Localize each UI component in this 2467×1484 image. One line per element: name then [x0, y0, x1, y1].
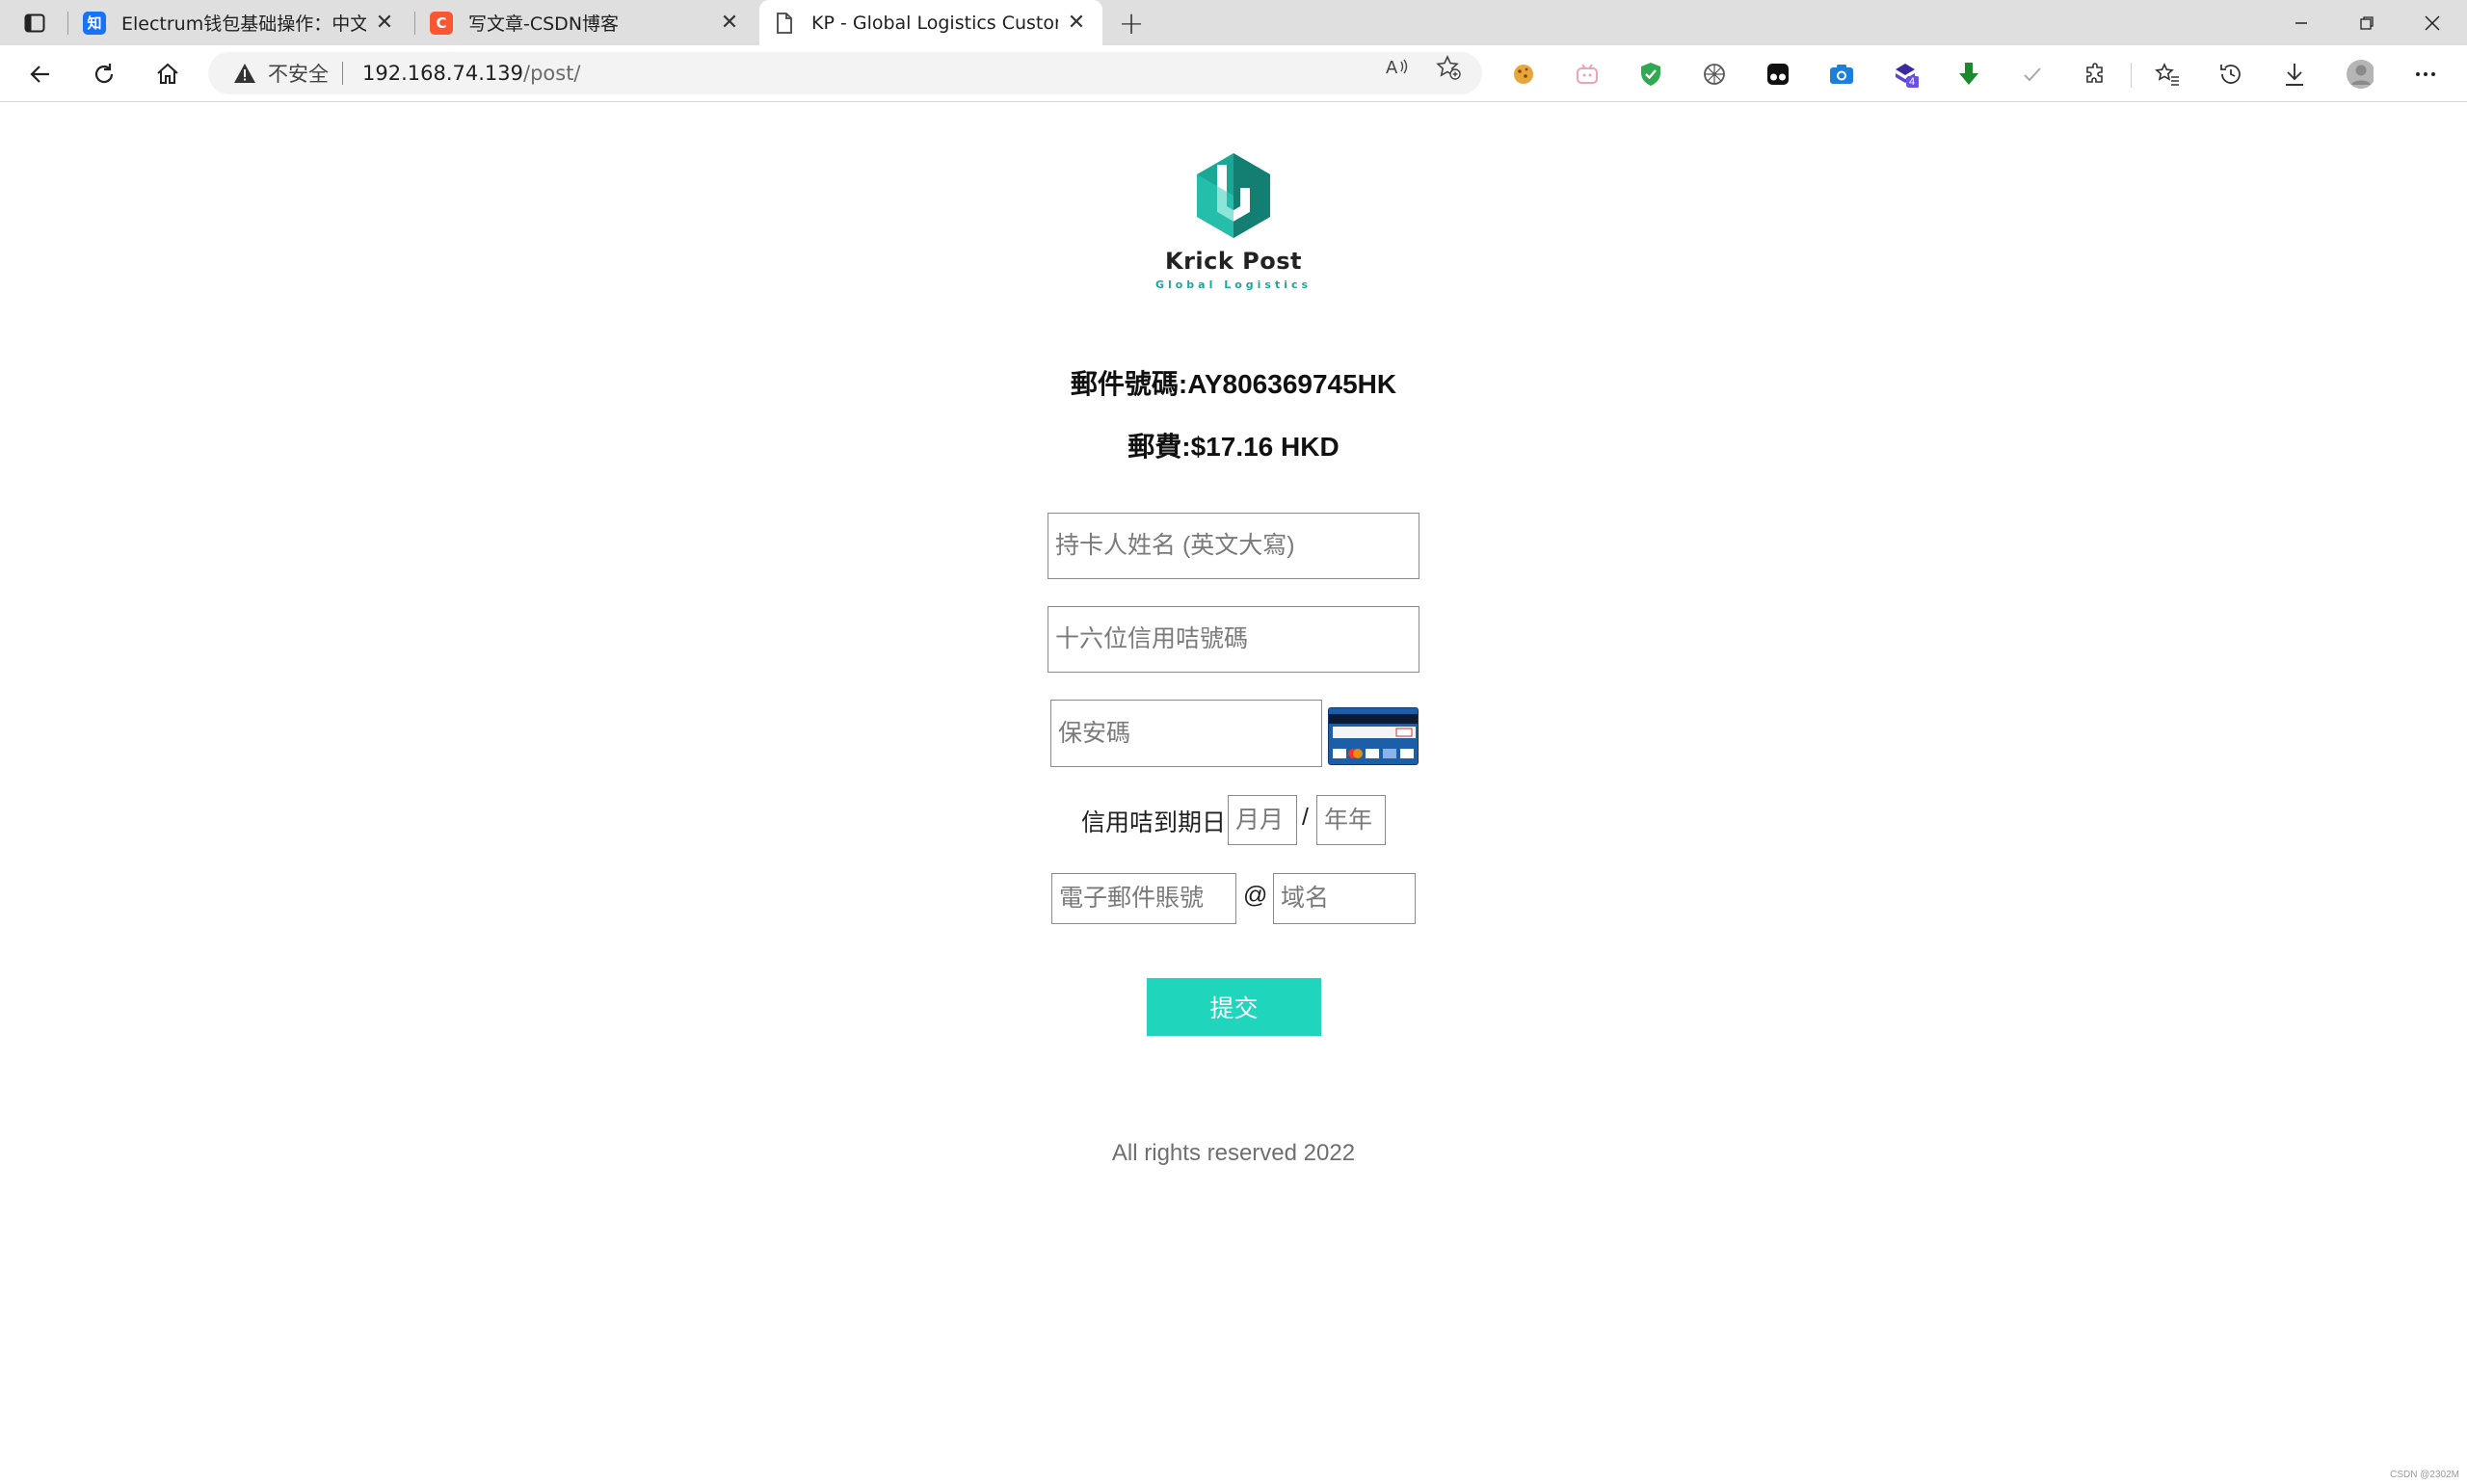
home-icon: [157, 63, 178, 84]
refresh-button[interactable]: [85, 55, 123, 93]
download-helper-icon[interactable]: [1955, 61, 1982, 88]
expiry-separator: /: [1302, 804, 1309, 831]
tampermonkey-extension-icon[interactable]: [1764, 61, 1791, 88]
cardholder-name-input[interactable]: [1048, 513, 1419, 579]
back-button[interactable]: [21, 55, 60, 93]
history-icon[interactable]: [2217, 61, 2244, 88]
logo-name: Krick Post: [1164, 248, 1303, 275]
extension-badge: 4: [1909, 76, 1916, 88]
home-button[interactable]: [148, 55, 187, 93]
read-aloud-icon[interactable]: A: [1385, 55, 1410, 80]
url-host: 192.168.74.139: [362, 62, 523, 85]
logo-hexagon-icon: [1197, 153, 1270, 238]
tab-close-icon[interactable]: ✕: [372, 11, 397, 36]
tab-title: KP - Global Logistics Customer c: [811, 12, 1058, 34]
security-label[interactable]: 不安全: [268, 59, 329, 88]
add-favorite-icon[interactable]: [1436, 55, 1461, 80]
close-icon: [2425, 14, 2440, 31]
extensions-puzzle-icon[interactable]: [2082, 61, 2109, 88]
krick-post-logo: Krick Post Global Logistics: [1137, 151, 1330, 296]
tab-actions-icon: [24, 13, 45, 33]
csdn-watermark: CSDN @2302M: [2390, 1470, 2459, 1480]
svg-text:A: A: [1386, 58, 1398, 78]
page-favicon-icon: [773, 12, 796, 35]
minimize-icon: [2295, 21, 2307, 24]
address-bar[interactable]: 不安全 192.168.74.139/post/: [208, 52, 1482, 94]
tab-csdn[interactable]: C 写文章-CSDN博客 ✕: [416, 0, 756, 45]
card-number-input[interactable]: [1048, 606, 1419, 673]
credit-card-security-image: [1328, 707, 1419, 765]
expiry-date-label: 信用咭到期日: [1081, 809, 1227, 836]
cookie-extension-icon[interactable]: [1510, 61, 1537, 88]
postage-fee-heading: 郵費:$17.16 HKD: [1127, 432, 1340, 462]
close-window-button[interactable]: [2400, 0, 2465, 45]
tracking-number-heading: 郵件號碼:AY806369745HK: [1070, 369, 1397, 399]
screenshot-camera-icon[interactable]: [1828, 61, 1855, 88]
email-domain-input[interactable]: [1273, 873, 1416, 924]
logo-tagline: Global Logistics: [1154, 278, 1313, 291]
tab-close-icon[interactable]: ✕: [717, 11, 742, 36]
cvv-input[interactable]: [1050, 700, 1322, 767]
new-tab-button[interactable]: +: [1114, 5, 1149, 41]
adblock-shield-icon[interactable]: [1637, 61, 1664, 88]
purple-extension-icon[interactable]: 4: [1892, 61, 1919, 88]
profile-avatar[interactable]: [2347, 60, 2374, 89]
expiry-year-input[interactable]: [1316, 795, 1386, 845]
tab-bar: 知 Electrum钱包基础操作：中文界面 ✕ C 写文章-CSDN博客 ✕ K…: [0, 0, 2467, 45]
refresh-icon: [94, 64, 114, 84]
tab-actions-button[interactable]: [13, 6, 56, 40]
bilibili-extension-icon[interactable]: [1574, 61, 1601, 88]
checkmark-extension-icon[interactable]: [2019, 61, 2046, 88]
page-content: Krick Post Global Logistics 郵件號碼:AY80636…: [0, 103, 2467, 1484]
downloads-icon[interactable]: [2281, 61, 2308, 88]
aperture-extension-icon[interactable]: [1701, 61, 1728, 88]
csdn-favicon-icon: C: [430, 11, 453, 35]
restore-button[interactable]: [2334, 0, 2400, 45]
email-account-input[interactable]: [1051, 873, 1236, 924]
more-menu-icon[interactable]: [2412, 61, 2439, 88]
address-divider: [342, 62, 343, 85]
expiry-month-input[interactable]: [1228, 795, 1297, 845]
footer-copyright: All rights reserved 2022: [1111, 1140, 1356, 1166]
browser-toolbar: 不安全 192.168.74.139/post/ A 4: [0, 45, 2467, 102]
tab-separator: [414, 12, 415, 35]
tab-krick-post[interactable]: KP - Global Logistics Customer c ✕: [759, 0, 1102, 45]
tab-title: Electrum钱包基础操作：中文界面: [121, 13, 366, 35]
favorites-icon[interactable]: [2154, 61, 2181, 88]
submit-button[interactable]: 提交: [1147, 978, 1321, 1036]
zhihu-favicon-icon: 知: [83, 11, 106, 35]
tab-electrum[interactable]: 知 Electrum钱包基础操作：中文界面 ✕: [69, 0, 411, 45]
email-at-sign: @: [1243, 882, 1268, 909]
url-path: /post/: [523, 62, 581, 85]
tab-title: 写文章-CSDN博客: [468, 13, 620, 35]
back-arrow-icon: [30, 66, 49, 83]
minimize-button[interactable]: [2268, 0, 2334, 45]
warning-icon: [234, 64, 255, 83]
tab-close-icon[interactable]: ✕: [1064, 11, 1089, 36]
tab-separator: [67, 12, 68, 35]
restore-icon: [2360, 15, 2374, 30]
toolbar-separator: [2131, 63, 2132, 88]
